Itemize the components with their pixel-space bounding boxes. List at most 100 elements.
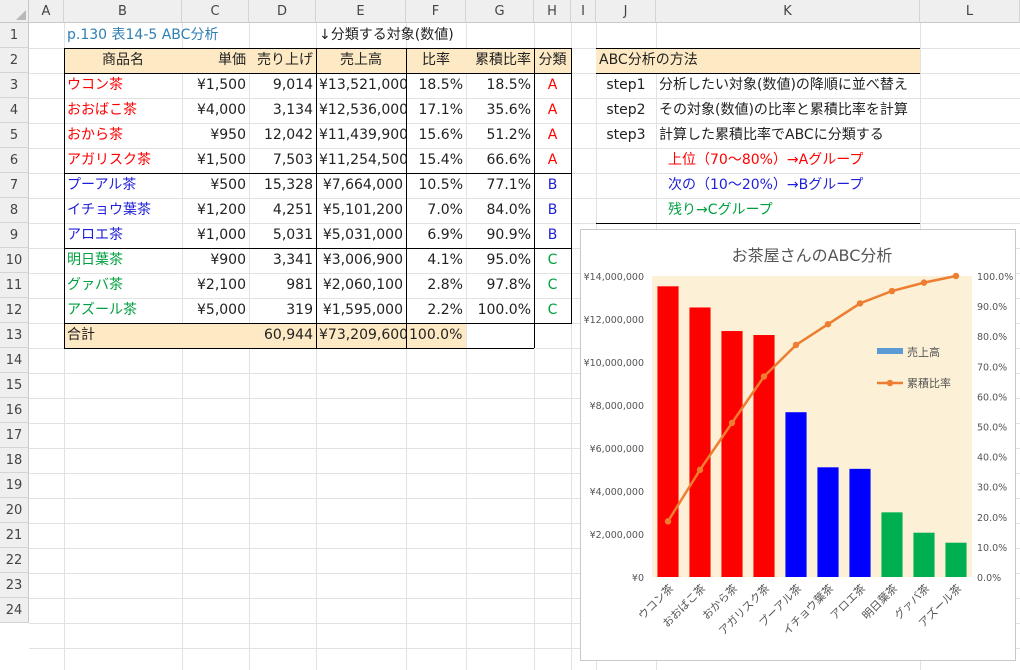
product-name-cell[interactable]: おおばこ茶 [64, 98, 182, 123]
price-cell[interactable]: ¥900 [182, 248, 249, 273]
product-name-cell[interactable]: イチョウ葉茶 [64, 198, 182, 223]
price-cell[interactable]: ¥1,500 [182, 73, 249, 98]
product-name-cell[interactable]: おから茶 [64, 123, 182, 148]
table-header-cell[interactable]: 分類 [534, 48, 571, 73]
row-header-21[interactable]: 21 [0, 523, 29, 548]
method-step-text[interactable]: 分析したい対象(数値)の降順に並べ替え [656, 73, 1020, 98]
total-cell[interactable]: 合計 [64, 323, 182, 348]
sales-cell[interactable]: ¥11,254,500 [316, 148, 406, 173]
price-cell[interactable]: ¥4,000 [182, 98, 249, 123]
units-cell[interactable]: 981 [249, 273, 316, 298]
table-header-cell[interactable]: 単価 [182, 48, 249, 73]
method-step-label[interactable]: step2 [596, 98, 656, 123]
cumulative-ratio-cell[interactable]: 84.0% [466, 198, 534, 223]
ratio-cell[interactable]: 17.1% [406, 98, 466, 123]
column-header-c[interactable]: C [182, 0, 249, 23]
units-cell[interactable]: 15,328 [249, 173, 316, 198]
cumulative-ratio-cell[interactable]: 18.5% [466, 73, 534, 98]
select-all-corner[interactable] [0, 0, 29, 23]
column-header-j[interactable]: J [596, 0, 656, 23]
total-cell[interactable] [182, 323, 249, 348]
method-step-label[interactable]: step1 [596, 73, 656, 98]
ratio-cell[interactable]: 18.5% [406, 73, 466, 98]
method-group-text[interactable]: 上位（70〜80%）→Aグループ [596, 148, 1020, 173]
units-cell[interactable]: 9,014 [249, 73, 316, 98]
units-cell[interactable]: 7,503 [249, 148, 316, 173]
sales-cell[interactable]: ¥5,031,000 [316, 223, 406, 248]
row-header-1[interactable]: 1 [0, 23, 29, 48]
class-cell[interactable]: A [534, 123, 571, 148]
units-cell[interactable]: 4,251 [249, 198, 316, 223]
target-note-cell[interactable]: ↓分類する対象(数値) [316, 23, 466, 48]
product-name-cell[interactable]: アガリスク茶 [64, 148, 182, 173]
ratio-cell[interactable]: 6.9% [406, 223, 466, 248]
cumulative-ratio-cell[interactable]: 77.1% [466, 173, 534, 198]
product-name-cell[interactable]: アズール茶 [64, 298, 182, 323]
class-cell[interactable]: B [534, 173, 571, 198]
total-cell[interactable]: 100.0% [406, 323, 466, 348]
sales-cell[interactable]: ¥3,006,900 [316, 248, 406, 273]
class-cell[interactable]: B [534, 198, 571, 223]
column-header-i[interactable]: I [571, 0, 596, 23]
sales-cell[interactable]: ¥11,439,900 [316, 123, 406, 148]
cumulative-ratio-cell[interactable]: 35.6% [466, 98, 534, 123]
table-header-cell[interactable]: 比率 [406, 48, 466, 73]
cumulative-ratio-cell[interactable]: 66.6% [466, 148, 534, 173]
row-header-20[interactable]: 20 [0, 498, 29, 523]
class-cell[interactable]: A [534, 148, 571, 173]
row-header-6[interactable]: 6 [0, 148, 29, 173]
column-header-e[interactable]: E [316, 0, 406, 23]
row-header-7[interactable]: 7 [0, 173, 29, 198]
row-header-14[interactable]: 14 [0, 348, 29, 373]
price-cell[interactable]: ¥1,200 [182, 198, 249, 223]
row-header-15[interactable]: 15 [0, 373, 29, 398]
table-header-cell[interactable]: 累積比率 [466, 48, 534, 73]
total-cell[interactable]: ¥73,209,600 [316, 323, 406, 348]
row-header-9[interactable]: 9 [0, 223, 29, 248]
row-header-5[interactable]: 5 [0, 123, 29, 148]
product-name-cell[interactable]: ウコン茶 [64, 73, 182, 98]
sales-cell[interactable]: ¥7,664,000 [316, 173, 406, 198]
class-cell[interactable]: A [534, 73, 571, 98]
table-header-cell[interactable]: 商品名 [64, 48, 182, 73]
row-header-17[interactable]: 17 [0, 423, 29, 448]
method-step-text[interactable]: その対象(数値)の比率と累積比率を計算 [656, 98, 1020, 123]
row-header-16[interactable]: 16 [0, 398, 29, 423]
units-cell[interactable]: 319 [249, 298, 316, 323]
column-header-k[interactable]: K [656, 0, 920, 23]
row-header-13[interactable]: 13 [0, 323, 29, 348]
column-header-d[interactable]: D [249, 0, 316, 23]
ratio-cell[interactable]: 4.1% [406, 248, 466, 273]
row-header-4[interactable]: 4 [0, 98, 29, 123]
units-cell[interactable]: 5,031 [249, 223, 316, 248]
product-name-cell[interactable]: アロエ茶 [64, 223, 182, 248]
column-header-h[interactable]: H [534, 0, 571, 23]
price-cell[interactable]: ¥1,000 [182, 223, 249, 248]
row-header-8[interactable]: 8 [0, 198, 29, 223]
price-cell[interactable]: ¥2,100 [182, 273, 249, 298]
row-header-2[interactable]: 2 [0, 48, 29, 73]
method-title-cell[interactable]: ABC分析の方法 [596, 48, 920, 73]
ratio-cell[interactable]: 10.5% [406, 173, 466, 198]
row-header-11[interactable]: 11 [0, 273, 29, 298]
row-header-24[interactable]: 24 [0, 598, 29, 623]
column-header-b[interactable]: B [64, 0, 182, 23]
units-cell[interactable]: 3,134 [249, 98, 316, 123]
row-header-18[interactable]: 18 [0, 448, 29, 473]
sales-cell[interactable]: ¥12,536,000 [316, 98, 406, 123]
column-header-a[interactable]: A [29, 0, 64, 23]
table-header-cell[interactable]: 売り上げ [249, 48, 316, 73]
price-cell[interactable]: ¥950 [182, 123, 249, 148]
sales-cell[interactable]: ¥1,595,000 [316, 298, 406, 323]
units-cell[interactable]: 12,042 [249, 123, 316, 148]
price-cell[interactable]: ¥500 [182, 173, 249, 198]
sales-cell[interactable]: ¥2,060,100 [316, 273, 406, 298]
total-cell[interactable]: 60,944 [249, 323, 316, 348]
row-header-12[interactable]: 12 [0, 298, 29, 323]
row-header-10[interactable]: 10 [0, 248, 29, 273]
column-header-f[interactable]: F [406, 0, 466, 23]
sales-cell[interactable]: ¥5,101,200 [316, 198, 406, 223]
cumulative-ratio-cell[interactable]: 90.9% [466, 223, 534, 248]
row-header-22[interactable]: 22 [0, 548, 29, 573]
table-header-cell[interactable]: 売上高 [316, 48, 406, 73]
